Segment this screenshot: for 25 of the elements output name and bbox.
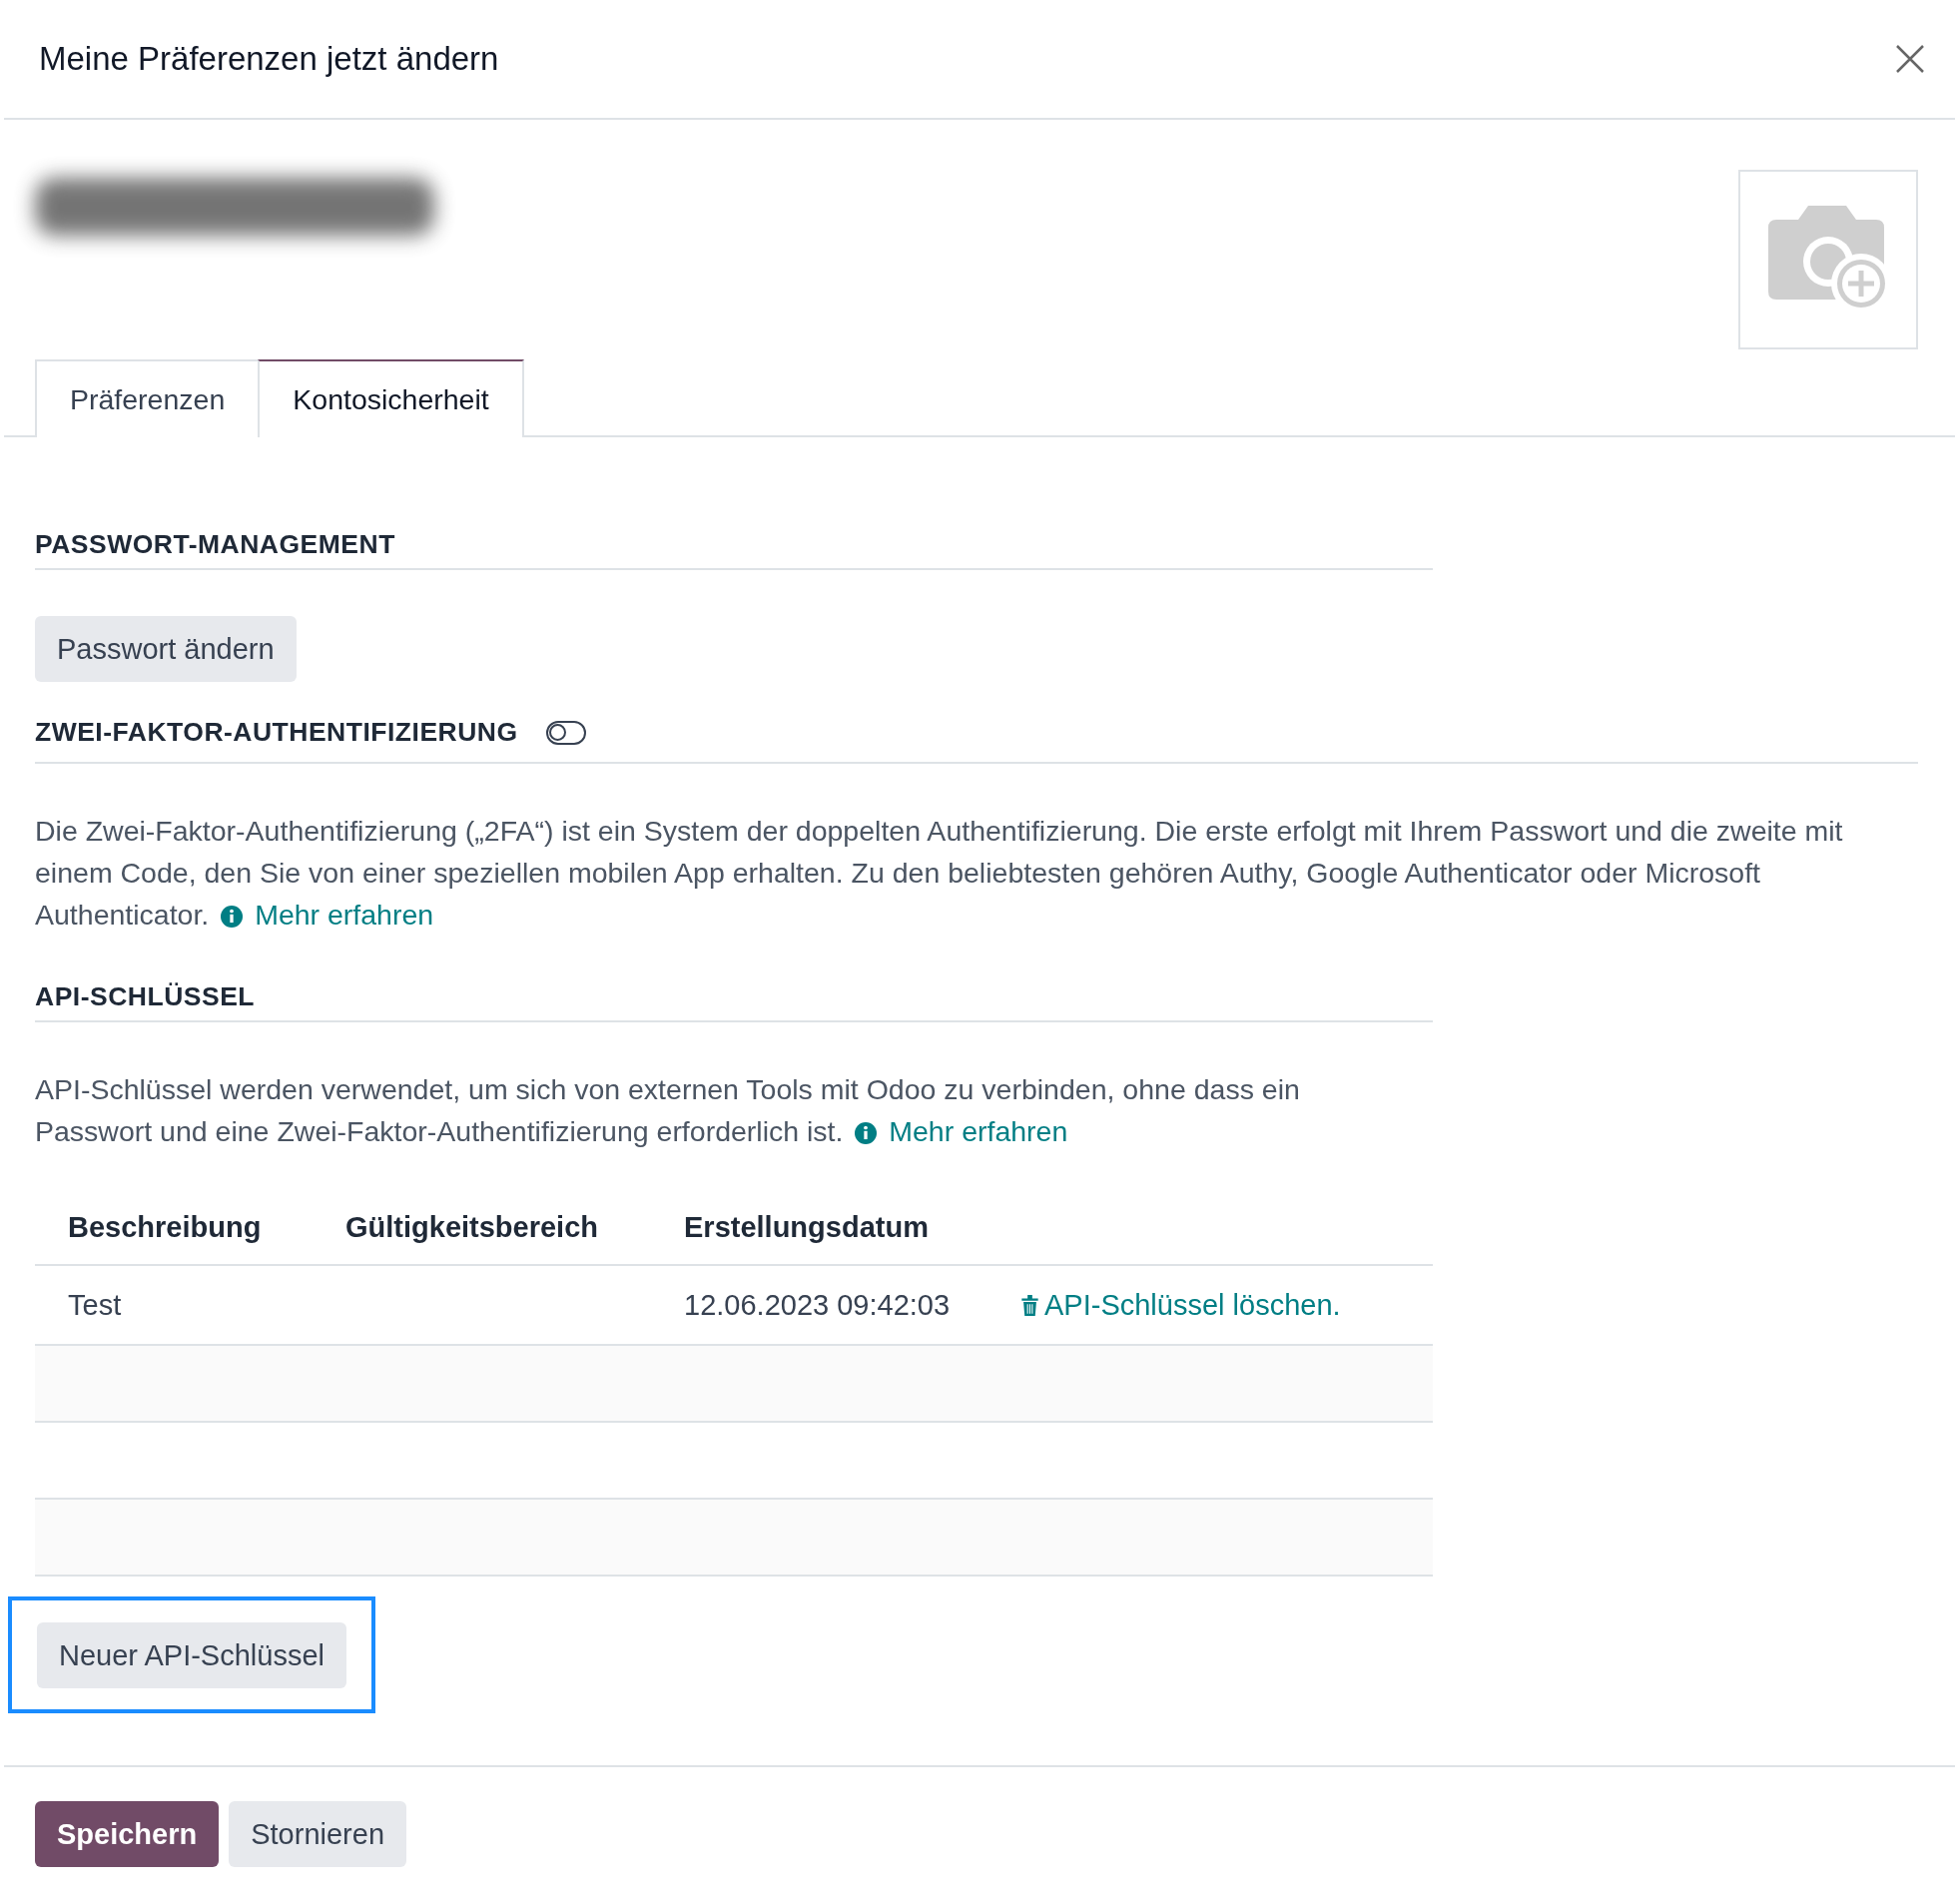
tab[interactable]: Kontosicherheit — [258, 359, 524, 437]
column-header: Gültigkeitsbereich — [344, 1210, 599, 1244]
column-header: Erstellungsdatum — [683, 1210, 930, 1244]
tab[interactable]: Präferenzen — [35, 359, 261, 437]
info-icon — [221, 906, 244, 928]
delete-key-link[interactable]: API-Schlüssel löschen. — [993, 1288, 1341, 1322]
learn-more-link[interactable]: Mehr erfahren — [889, 1115, 1068, 1147]
close-icon[interactable] — [1895, 44, 1925, 74]
cancel-button[interactable]: Stornieren — [229, 1801, 407, 1867]
table-cell-text: Test — [67, 1288, 123, 1322]
new-api-key-button[interactable]: Neuer API-Schlüssel — [37, 1622, 346, 1688]
table-cell-text: 12.06.2023 09:42:03 — [683, 1288, 952, 1322]
description-text: Die Zwei-Faktor-Authentifizierung („2FA“) ist ein System der doppelten Authentifizierung. Die erste erfolgt mit Ihrem Passwort und die zweite mit einem Code, den Sie von einer speziellen mobilen App erhalten. Zu den beliebtesten gehören Authy, Google Authenticator oder Microsoft Authenticator. Mehr erfahren — [35, 814, 1844, 933]
section-heading: ZWEI-FAKTOR-AUTHENTIFIZIERUNG — [35, 717, 518, 748]
section-heading: API-SCHLÜSSEL — [35, 981, 255, 1011]
change-password-button[interactable]: Passwort ändern — [35, 616, 297, 682]
info-icon — [855, 1122, 878, 1144]
save-button[interactable]: Speichern — [35, 1801, 220, 1867]
toggle-switch[interactable] — [545, 720, 586, 745]
column-header: Beschreibung — [67, 1210, 263, 1244]
trash-icon — [1021, 1294, 1038, 1316]
learn-more-link[interactable]: Mehr erfahren — [255, 899, 434, 931]
description-text: API-Schlüssel werden verwendet, um sich von externen Tools mit Odoo zu verbinden, ohne dass ein Passwort und eine Zwei-Faktor-Authentifizierung erforderlich ist. Mehr erfahren — [35, 1072, 1301, 1149]
dialog-title: Meine Präferenzen jetzt ändern — [39, 40, 499, 78]
section-heading: PASSWORT-MANAGEMENT — [35, 529, 395, 559]
